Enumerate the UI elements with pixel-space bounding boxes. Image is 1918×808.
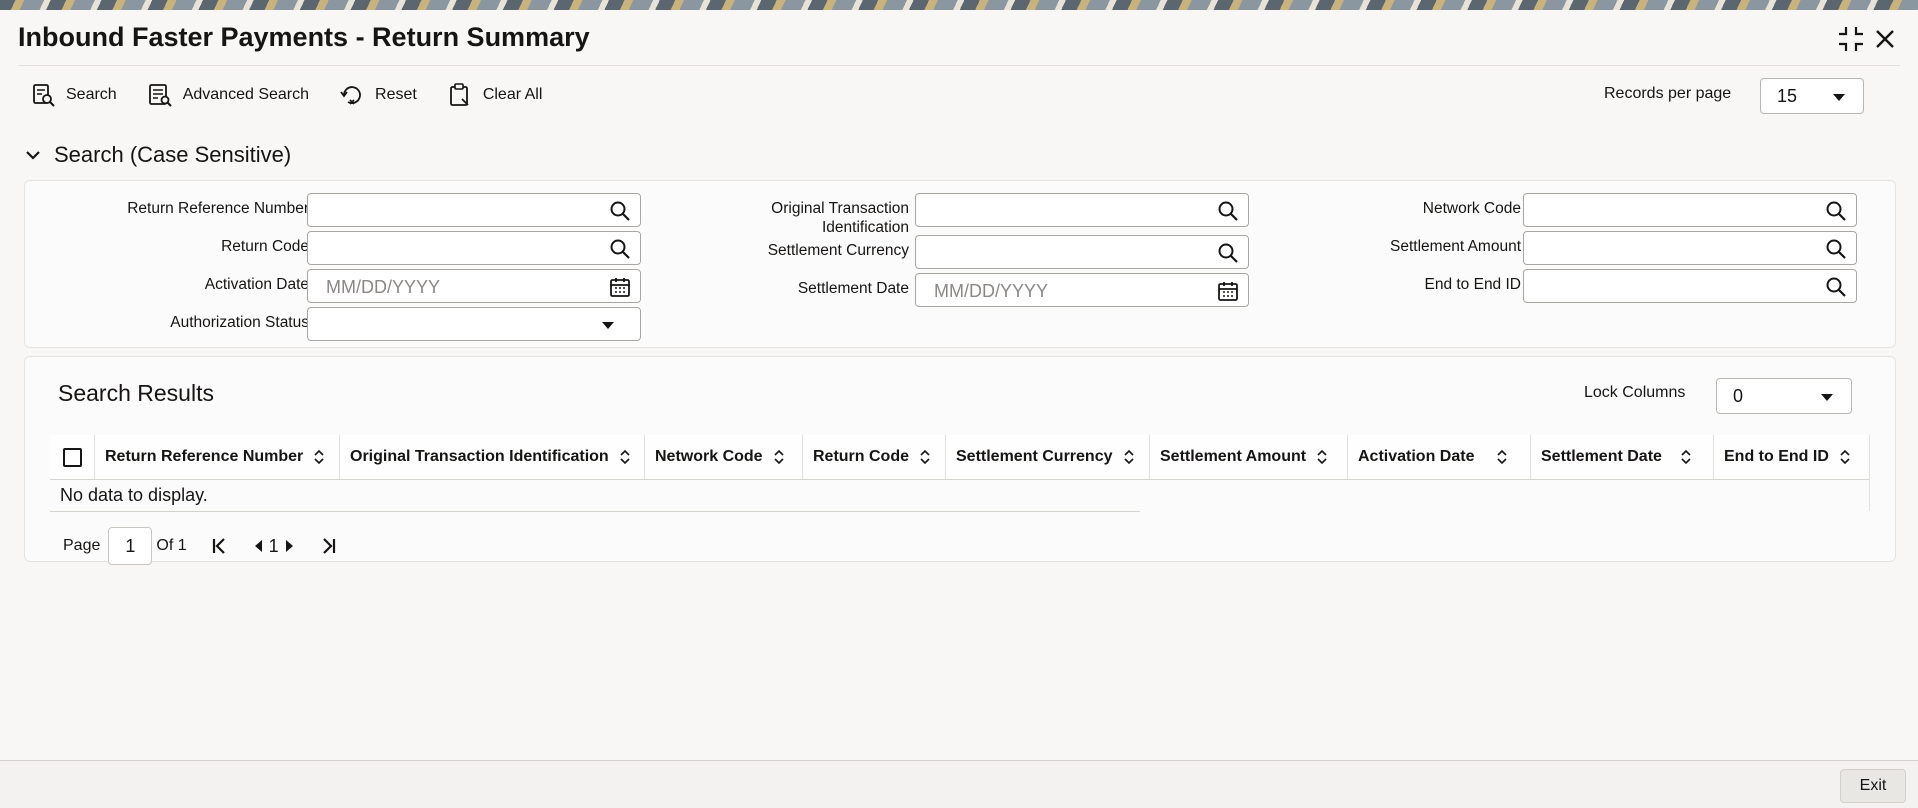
settlement-currency-label: Settlement Currency [767,242,909,259]
settlement-date-placeholder: MM/DD/YYYY [934,281,1049,301]
advanced-search-label: Advanced Search [182,86,310,103]
calendar-icon[interactable] [609,276,631,298]
clipboard-icon [449,83,469,106]
original-transaction-identification-input[interactable] [915,193,1249,227]
title-divider [18,65,1900,66]
column-original-transaction-identification[interactable]: Original Transaction Identification [340,435,645,479]
maximize-icon[interactable] [1836,24,1866,54]
sort-icon[interactable] [1123,449,1135,465]
reset-icon [340,86,361,105]
advanced-search-icon [148,84,172,107]
sort-icon[interactable] [1680,449,1692,465]
activation-date-placeholder: MM/DD/YYYY [326,277,441,297]
sort-icon[interactable] [619,449,631,465]
column-settlement-date[interactable]: Settlement Date [1531,435,1714,479]
lock-columns-value: 0 [1733,386,1744,406]
calendar-icon[interactable] [1217,280,1239,302]
search-icon[interactable] [609,238,631,260]
return-reference-number-label: Return Reference Number [127,200,309,217]
sort-icon[interactable] [313,449,325,465]
current-page-number: 1 [268,535,279,556]
page-title: Inbound Faster Payments - Return Summary [18,22,590,52]
first-page-icon[interactable] [211,537,229,555]
chevron-down-icon [1833,94,1845,101]
chevron-down-icon [1821,394,1833,401]
search-icon[interactable] [1825,238,1847,260]
page-count: Of 1 [156,537,187,554]
search-section-title: Search (Case Sensitive) [54,142,292,167]
previous-page-icon[interactable] [249,537,267,555]
pagination: Page 1 Of 1 1 [63,527,343,565]
checkbox-box [62,447,82,467]
network-code-input[interactable] [1523,193,1857,227]
original-transaction-identification-label: Original Transaction Identification [771,200,909,236]
column-settlement-currency[interactable]: Settlement Currency [946,435,1150,479]
clear-all-label: Clear All [482,86,543,103]
row-divider [50,511,1140,512]
network-code-label: Network Code [1422,200,1521,217]
last-page-icon[interactable] [319,537,337,555]
column-activation-date[interactable]: Activation Date [1348,435,1531,479]
column-network-code[interactable]: Network Code [645,435,803,479]
column-return-code[interactable]: Return Code [803,435,946,479]
search-button-label: Search [66,86,117,103]
main-window: Inbound Faster Payments - Return Summary… [0,10,1918,808]
search-icon[interactable] [1825,276,1847,298]
sort-icon[interactable] [1496,449,1508,465]
lock-columns-label: Lock Columns [1584,384,1686,401]
search-doc-icon [33,84,55,107]
reset-button[interactable]: Reset [339,82,417,108]
page-label: Page [63,537,101,554]
exit-button[interactable]: Exit [1840,769,1906,803]
page-number-input[interactable]: 1 [108,527,153,565]
sort-icon[interactable] [1839,449,1851,465]
records-per-page-label: Records per page [1604,85,1732,102]
search-icon[interactable] [1217,242,1239,264]
lock-columns-select[interactable]: 0 [1716,378,1852,414]
search-icon[interactable] [609,200,631,222]
next-page-icon[interactable] [281,537,299,555]
authorization-status-label: Authorization Status [170,314,309,331]
column-return-reference-number[interactable]: Return Reference Number [95,435,340,479]
column-settlement-amount[interactable]: Settlement Amount [1150,435,1348,479]
table-header: Return Reference Number Original Transac… [50,435,1870,480]
search-icon[interactable] [1825,200,1847,222]
close-icon[interactable] [1870,24,1900,54]
chevron-down-icon [26,151,40,160]
reset-label: Reset [375,86,417,103]
settlement-date-label: Settlement Date [797,280,909,297]
results-table: Return Reference Number Original Transac… [50,435,1870,512]
search-panel: Return Reference Number Return Code Acti… [24,180,1896,348]
return-code-input[interactable] [307,231,641,265]
return-reference-number-input[interactable] [307,193,641,227]
chevron-down-icon [602,322,614,329]
sort-icon[interactable] [919,449,931,465]
search-icon[interactable] [1217,200,1239,222]
toolbar: Search Advanced Search Reset Clear All [30,82,572,108]
search-section-toggle[interactable]: Search (Case Sensitive) [24,142,291,168]
clear-all-button[interactable]: Clear All [447,82,543,108]
table-right-border [1869,435,1870,511]
settlement-amount-input[interactable] [1523,231,1857,265]
settlement-currency-input[interactable] [915,235,1249,269]
footer-bar: Exit [0,760,1918,808]
return-code-label: Return Code [221,238,309,255]
advanced-search-button[interactable]: Advanced Search [147,82,309,108]
activation-date-label: Activation Date [204,276,309,293]
records-per-page-select[interactable]: 15 [1760,78,1864,114]
search-results-title: Search Results [58,380,214,406]
sort-icon[interactable] [1316,449,1328,465]
no-data-message: No data to display. [60,485,208,505]
end-to-end-id-label: End to End ID [1424,276,1521,293]
sort-icon[interactable] [773,449,785,465]
activation-date-input[interactable]: MM/DD/YYYY [307,269,641,303]
search-button[interactable]: Search [30,82,117,108]
column-end-to-end-id[interactable]: End to End ID [1714,435,1870,479]
records-per-page-value: 15 [1777,86,1798,106]
settlement-date-input[interactable]: MM/DD/YYYY [915,273,1249,307]
settlement-amount-label: Settlement Amount [1390,238,1521,255]
end-to-end-id-input[interactable] [1523,269,1857,303]
select-all-checkbox[interactable] [50,435,95,479]
authorization-status-select[interactable] [307,307,641,341]
